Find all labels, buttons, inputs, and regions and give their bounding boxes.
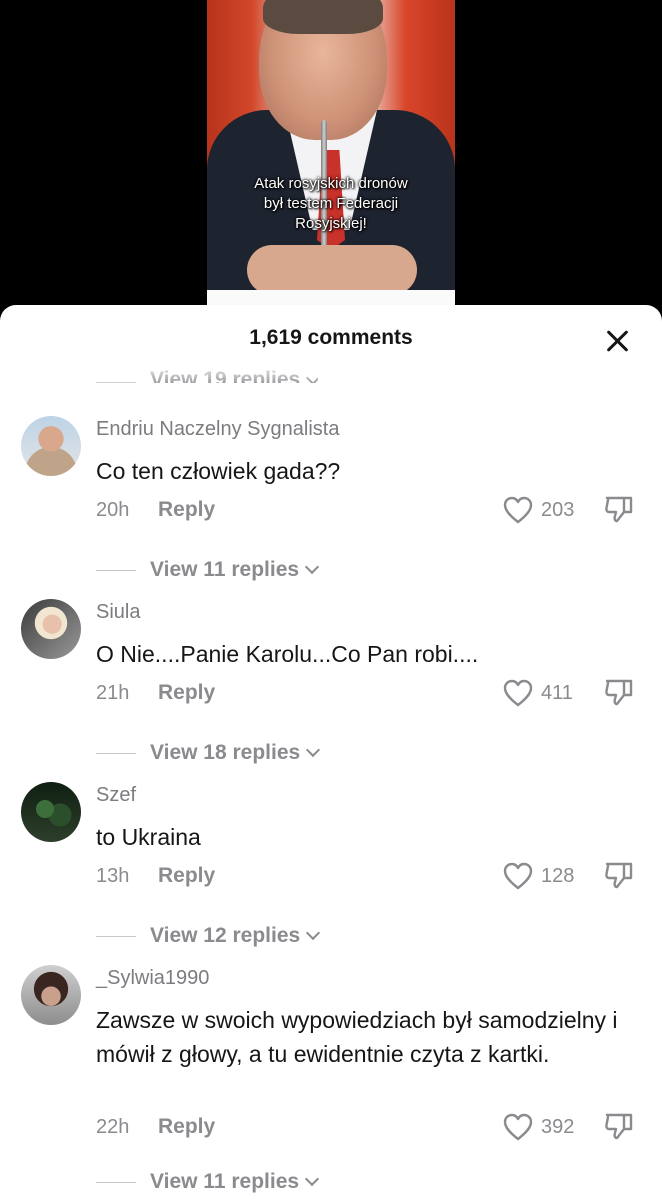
- reply-button[interactable]: Reply: [158, 864, 215, 888]
- view-replies-label: View 11 replies: [150, 1170, 300, 1193]
- chevron-down-icon: [304, 559, 320, 575]
- reply-button[interactable]: Reply: [158, 498, 215, 522]
- comment-text: to Ukraina: [96, 824, 201, 850]
- avatar[interactable]: [21, 416, 81, 476]
- close-icon[interactable]: [602, 325, 634, 357]
- chevron-down-icon: [304, 1171, 320, 1187]
- view-replies-label: View 11 replies: [150, 558, 300, 581]
- caption-line: był testem Federacji: [263, 195, 399, 212]
- like-count: 128: [541, 864, 575, 887]
- replies-divider: [96, 1181, 136, 1183]
- thumbs-down-icon[interactable]: [603, 494, 635, 524]
- comment-meta: 13h Reply: [96, 862, 215, 890]
- view-replies-label: View 12 replies: [150, 924, 301, 947]
- like-button[interactable]: 203: [503, 496, 574, 524]
- comment-username[interactable]: Szef: [96, 784, 136, 807]
- comments-sheet: 1,619 comments View 19 replies Endriu Na…: [0, 305, 662, 1200]
- comment-username[interactable]: Siula: [96, 601, 140, 624]
- view-replies-label: View 18 replies: [150, 741, 301, 764]
- view-replies-button[interactable]: View 18 replies: [96, 738, 321, 768]
- comment-time: 22h: [96, 1115, 130, 1138]
- like-button[interactable]: 411: [503, 679, 573, 707]
- heart-outline-icon: [503, 1113, 533, 1141]
- avatar[interactable]: [21, 599, 81, 659]
- like-count: 392: [541, 1115, 575, 1138]
- view-replies-button[interactable]: View 12 replies: [96, 921, 321, 951]
- comment-meta: 22h Reply: [96, 1113, 215, 1141]
- chevron-down-icon: [306, 742, 321, 758]
- comment-username[interactable]: _Sylwia1990: [96, 967, 209, 990]
- comment-meta: 20h Reply: [96, 496, 215, 524]
- comment-text: Co ten człowiek gada??: [96, 458, 341, 484]
- replies-divider: [96, 382, 136, 383]
- comment-username[interactable]: Endriu Naczelny Sygnalista: [96, 418, 339, 441]
- replies-divider: [96, 935, 136, 937]
- comment-time: 21h: [96, 681, 130, 704]
- comments-count-title: 1,619 comments: [249, 326, 413, 349]
- view-replies-label: View 19 replies: [150, 368, 301, 383]
- view-replies-button[interactable]: View 19 replies: [96, 363, 319, 383]
- heart-outline-icon: [503, 862, 533, 890]
- chevron-down-icon: [306, 370, 319, 383]
- like-count: 203: [541, 498, 575, 521]
- heart-outline-icon: [503, 496, 533, 524]
- like-button[interactable]: 392: [503, 1113, 574, 1141]
- video-frame[interactable]: Atak rosyjskich dronów był testem Federa…: [207, 0, 455, 305]
- thumbs-down-icon[interactable]: [603, 860, 635, 890]
- comment-text: Zawsze w swoich wypowiedziach był samodz…: [96, 1007, 618, 1067]
- video-speaker-hair: [263, 0, 383, 34]
- like-button[interactable]: 128: [503, 862, 574, 890]
- caption-line: Rosyjskiej!: [295, 215, 367, 232]
- video-speaker-hands: [247, 245, 417, 295]
- thumbs-down-icon[interactable]: [603, 677, 635, 707]
- like-count: 411: [541, 681, 573, 704]
- chevron-down-icon: [306, 925, 321, 941]
- comment-time: 13h: [96, 864, 130, 887]
- heart-outline-icon: [503, 679, 533, 707]
- thumbs-down-icon[interactable]: [603, 1111, 635, 1141]
- video-caption: Atak rosyjskich dronów był testem Federa…: [207, 174, 455, 234]
- view-replies-button[interactable]: View 11 replies: [96, 1167, 320, 1197]
- replies-divider: [96, 569, 136, 571]
- caption-line: Atak rosyjskich dronów: [254, 175, 408, 192]
- reply-button[interactable]: Reply: [158, 1115, 215, 1139]
- replies-divider: [96, 752, 136, 754]
- avatar[interactable]: [21, 782, 81, 842]
- avatar[interactable]: [21, 965, 81, 1025]
- view-replies-button[interactable]: View 11 replies: [96, 555, 320, 585]
- comment-meta: 21h Reply: [96, 679, 215, 707]
- video-desk: [207, 290, 455, 305]
- comment-time: 20h: [96, 498, 130, 521]
- reply-button[interactable]: Reply: [158, 681, 215, 705]
- comment-text: O Nie....Panie Karolu...Co Pan robi....: [96, 641, 479, 667]
